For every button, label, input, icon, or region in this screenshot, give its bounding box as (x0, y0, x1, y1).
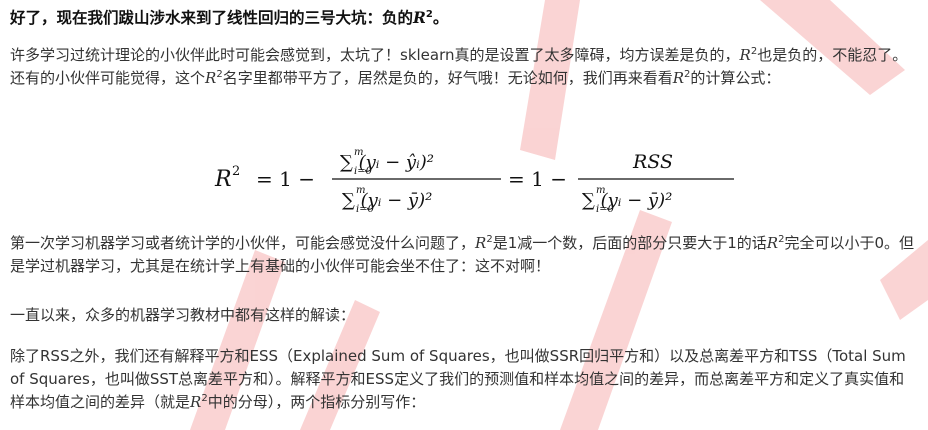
heading-r-symbol: R (413, 8, 426, 27)
p3-text: 一直以来，众多的机器学习教材中都有这样的解读： (10, 306, 356, 324)
formula-den2-sum-top: m (596, 185, 605, 196)
p2-text-a: 第一次学习机器学习或者统计学的小伙伴，可能会感觉没什么问题了， (10, 234, 476, 252)
p1-text-a: 许多学习过统计理论的小伙伴此时可能会感觉到，太坑了！sklearn真的是设置了太… (10, 46, 740, 64)
p1-text-b: 也 (757, 46, 773, 64)
p1-text-e: 来看看 (627, 69, 673, 87)
heading-r-superscript: 2 (425, 8, 433, 20)
heading-end: 。 (432, 9, 449, 27)
formula-den2-sum-bottom: i=0 (596, 204, 615, 215)
formula-num1-sum-top: m (354, 147, 363, 158)
p4-text-a: 除了RSS之外，我们还有解释平方和ESS（Explained Sum of Sq… (10, 347, 790, 365)
p2-r-symbol-1: R (475, 234, 487, 252)
p1-text-f: 的计算公式： (690, 69, 781, 87)
paragraph-4: 除了RSS之外，我们还有解释平方和ESS（Explained Sum of Sq… (10, 345, 918, 414)
formula-eq-1: = 1 − (256, 167, 315, 191)
paragraph-1: 许多学习过统计理论的小伙伴此时可能会感觉到，太坑了！sklearn真的是设置了太… (10, 44, 918, 90)
p2-text-b: 是1减一个数，后面的部分只要大于1的话 (492, 234, 767, 252)
p1-r-symbol-1: R (739, 46, 751, 64)
p4-text-d: 中的分母），两个指标分别写作： (207, 393, 426, 411)
p1-text-d: 名字里都带平方了，居然是负的，好气哦！无论如何，我们再 (222, 69, 628, 87)
formula-num-2: RSS (632, 151, 673, 173)
document-page: 好了，现在我们跋山涉水来到了线性回归的三号大坑：负的R2。 许多学习过统计理论的… (0, 0, 928, 430)
formula-eq-2: = 1 − (508, 167, 567, 191)
formula-den1-sum-top: m (356, 185, 365, 196)
p1-r-symbol-2: R (205, 69, 217, 87)
formula-lhs-sup: 2 (232, 164, 240, 179)
r-squared-formula: R 2 = 1 − ∑ (yᵢ − ŷᵢ)² m i=0 ∑ (yᵢ − ȳ)²… (214, 147, 734, 215)
formula-num1-sum-bottom: i=0 (354, 166, 373, 177)
p1-r-symbol-3: R (672, 69, 685, 87)
p4-r-symbol-1: R (190, 393, 202, 411)
section-heading: 好了，现在我们跋山涉水来到了线性回归的三号大坑：负的R2。 (10, 6, 448, 28)
formula-lhs: R (214, 167, 232, 192)
formula-den1-sum-bottom: i=0 (356, 204, 375, 215)
heading-text: 好了，现在我们跋山涉水来到了线性回归的三号大坑：负的 (10, 9, 414, 27)
paragraph-3: 一直以来，众多的机器学习教材中都有这样的解读： (10, 304, 918, 327)
paragraph-2: 第一次学习机器学习或者统计学的小伙伴，可能会感觉没什么问题了，R2是1减一个数，… (10, 232, 918, 278)
p2-r-symbol-2: R (766, 234, 779, 252)
